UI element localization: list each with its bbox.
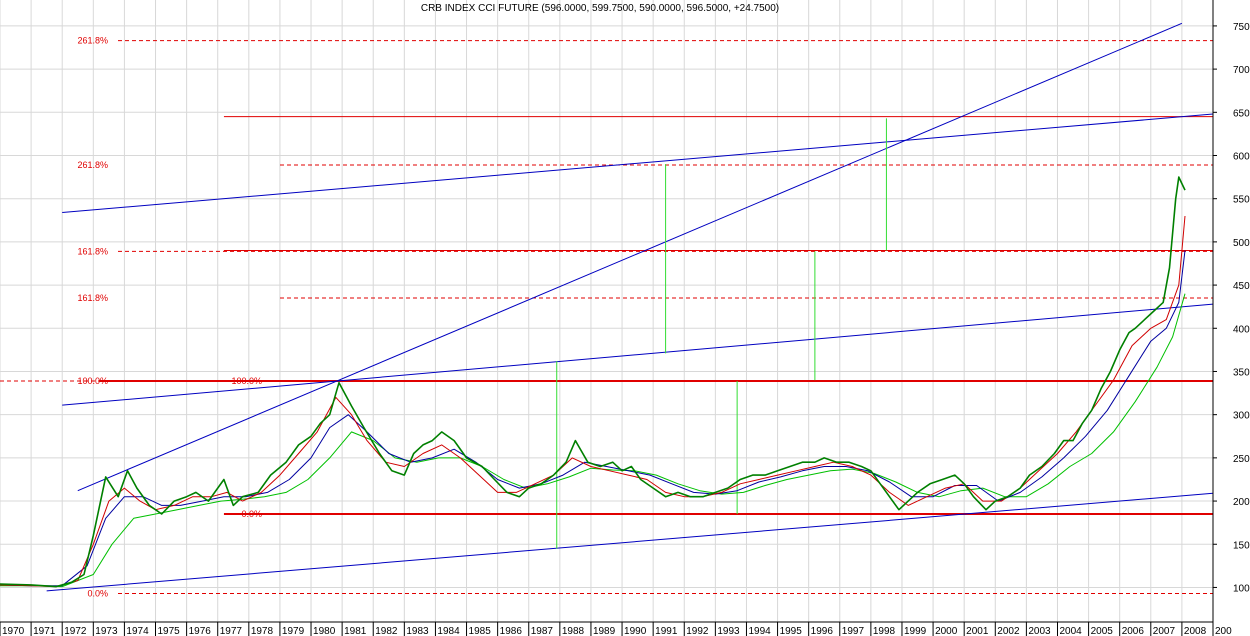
y-axis-ticks: 100 150 200 250 300 350 400 450 500 550 600 650 700 7… [1213, 22, 1250, 594]
x-tick-label: 1972 [64, 626, 87, 636]
fib-level-label: 161.8% [77, 293, 108, 303]
y-tick-label: 450 [1233, 281, 1250, 292]
x-tick-label: 1973 [95, 626, 118, 636]
x-tick-label: 1988 [562, 626, 585, 636]
y-tick-label: 300 [1233, 411, 1250, 422]
x-tick-label: 1975 [158, 626, 181, 636]
x-tick-label: 1976 [189, 626, 212, 636]
x-tick-label: 1981 [344, 626, 367, 636]
x-tick-label: 2007 [1153, 626, 1176, 636]
fib-level-label: 261.8% [77, 36, 108, 46]
x-tick-label: 1992 [686, 626, 709, 636]
x-axis-ticks: 1970 1971 1972 1973 1974 1975 1976 1977 1978 1979… [0, 622, 1232, 636]
x-tick-label: 2003 [1028, 626, 1051, 636]
x-tick-label: 2006 [1122, 626, 1145, 636]
x-tick-label: 1980 [313, 626, 336, 636]
x-tick-label: 200 [1215, 626, 1232, 636]
x-tick-label: 1977 [220, 626, 243, 636]
plot-background [0, 0, 1213, 622]
x-tick-label: 1971 [33, 626, 56, 636]
x-tick-label: 1996 [811, 626, 834, 636]
y-tick-label: 200 [1233, 497, 1250, 508]
x-tick-label: 1995 [780, 626, 803, 636]
x-tick-label: 1990 [624, 626, 647, 636]
x-tick-label: 1978 [251, 626, 274, 636]
y-tick-label: 550 [1233, 195, 1250, 206]
y-tick-label: 150 [1233, 540, 1250, 551]
x-tick-label: 1991 [655, 626, 678, 636]
x-tick-label: 2000 [935, 626, 958, 636]
price-chart: 261.8%261.8%161.8%161.8%100.0% 100.0%0.0%… [0, 0, 1250, 636]
y-tick-label: 250 [1233, 454, 1250, 465]
chart-title: CRB INDEX CCI FUTURE (596.0000, 599.7500… [421, 3, 779, 14]
y-tick-label: 700 [1233, 65, 1250, 76]
y-tick-label: 600 [1233, 152, 1250, 163]
y-tick-label: 500 [1233, 238, 1250, 249]
y-tick-label: 650 [1233, 108, 1250, 119]
x-tick-label: 1998 [873, 626, 896, 636]
x-tick-label: 2008 [1184, 626, 1207, 636]
x-tick-label: 2005 [1091, 626, 1114, 636]
x-tick-label: 1986 [500, 626, 523, 636]
x-tick-label: 1989 [593, 626, 616, 636]
y-tick-label: 350 [1233, 367, 1250, 378]
y-tick-label: 100 [1233, 583, 1250, 594]
x-tick-label: 1987 [531, 626, 554, 636]
x-tick-label: 1999 [904, 626, 927, 636]
x-tick-label: 1984 [437, 626, 460, 636]
x-tick-label: 1985 [469, 626, 492, 636]
fib-level-label: 161.8% [77, 246, 108, 256]
x-tick-label: 1974 [126, 626, 149, 636]
fib-level-label: 0.0% [87, 588, 108, 598]
x-tick-label: 1993 [717, 626, 740, 636]
x-tick-label: 1979 [282, 626, 305, 636]
y-tick-label: 750 [1233, 22, 1250, 33]
x-tick-label: 1970 [2, 626, 25, 636]
x-tick-label: 2001 [966, 626, 989, 636]
y-tick-label: 400 [1233, 324, 1250, 335]
x-tick-label: 1997 [842, 626, 865, 636]
x-tick-label: 1983 [406, 626, 429, 636]
fib-level-label: 261.8% [77, 160, 108, 170]
x-tick-label: 1982 [375, 626, 398, 636]
x-tick-label: 2004 [1059, 626, 1082, 636]
x-tick-label: 1994 [748, 626, 771, 636]
x-tick-label: 2002 [997, 626, 1020, 636]
